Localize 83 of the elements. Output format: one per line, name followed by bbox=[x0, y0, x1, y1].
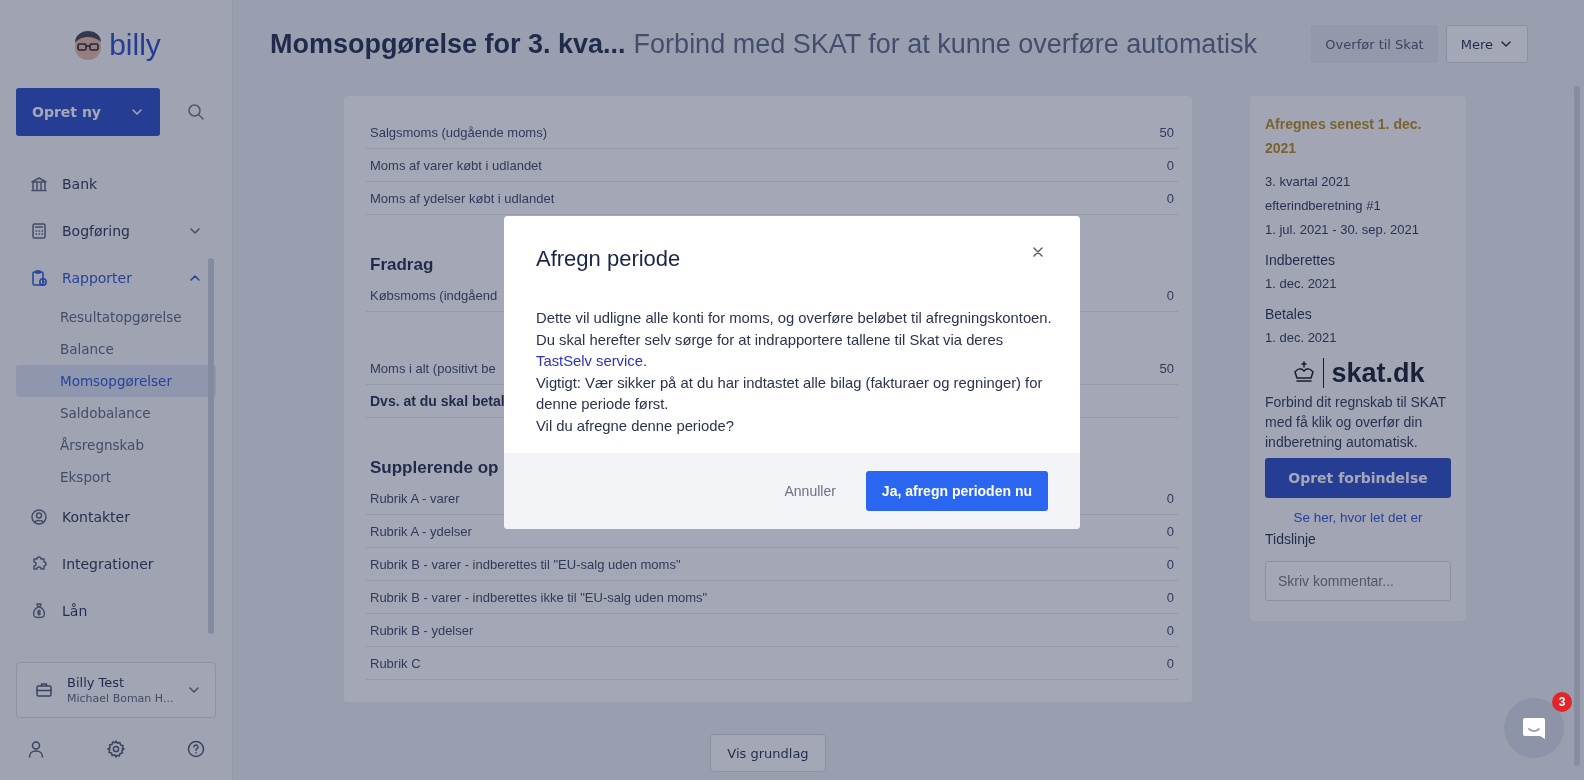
more-button[interactable]: Mere bbox=[1445, 25, 1528, 63]
row-value: 50 bbox=[1159, 124, 1174, 140]
row-value: 0 bbox=[1166, 190, 1174, 206]
user-icon[interactable] bbox=[26, 739, 46, 759]
section-heading: Fradrag bbox=[370, 255, 434, 275]
dialog-text: Dette vil udligne alle konti for moms, og overføre beløbet til afregningskontoen. bbox=[536, 309, 1053, 328]
row-value: 0 bbox=[1166, 655, 1174, 671]
help-icon[interactable] bbox=[186, 739, 206, 759]
show-basis-button[interactable]: Vis grundlag bbox=[710, 734, 826, 772]
nav-subitem[interactable]: Balance bbox=[16, 333, 216, 365]
page-title: Momsopgørelse for 3. kva... bbox=[270, 28, 626, 60]
dialog-text: Du skal herefter selv sørge for at indrapportere tallene til Skat via deres TastSelv service. bbox=[536, 330, 1005, 371]
calculator-icon bbox=[30, 221, 48, 240]
nav-item[interactable]: Lån bbox=[16, 587, 216, 634]
organization-switcher[interactable]: Billy Test Michael Boman H... bbox=[16, 662, 216, 718]
organization-name: Billy Test bbox=[67, 675, 126, 690]
row-value: 0 bbox=[1166, 157, 1174, 173]
period-text: efterindberetning #1 bbox=[1265, 197, 1382, 215]
row-label: Moms i alt (positivt be bbox=[370, 360, 496, 376]
row-label: Moms af varer købt i udlandet bbox=[370, 157, 542, 173]
transfer-button[interactable]: Overfør til Skat bbox=[1311, 25, 1438, 63]
create-button[interactable]: Opret ny bbox=[16, 88, 160, 136]
row-value: 0 bbox=[1166, 622, 1174, 638]
row-label: Rubrik B - varer - indberettes ikke til "EU-salg uden moms" bbox=[370, 589, 708, 605]
chat-icon bbox=[1521, 715, 1547, 741]
row-value: 0 bbox=[1166, 490, 1174, 506]
help-link[interactable]: Se her, hvor let det er bbox=[1265, 510, 1451, 525]
nav-item[interactable]: Rapporter bbox=[16, 254, 216, 301]
briefcase-icon bbox=[35, 681, 53, 699]
settings-icon[interactable] bbox=[106, 739, 126, 759]
page-subtitle: Forbind med SKAT for at kunne overføre automatisk bbox=[633, 28, 1257, 60]
dialog-text: Vigtigt: Vær sikker på at du har indtastet alle bilag (fakturaer og regninger) for denne periode først. bbox=[536, 373, 1044, 414]
close-icon bbox=[1032, 246, 1044, 258]
clipboard-icon bbox=[30, 268, 48, 287]
row-label: Rubrik C bbox=[370, 655, 421, 671]
organization-owner: Michael Boman H... bbox=[67, 692, 174, 705]
timeline-heading: Tidslinje bbox=[1265, 531, 1317, 547]
notification-badge: 3 bbox=[1552, 692, 1572, 712]
search-icon[interactable] bbox=[186, 102, 206, 122]
nav-subitem[interactable]: Eksport bbox=[16, 461, 216, 493]
date-label: Betales bbox=[1265, 305, 1313, 324]
row-label: Rubrik B - ydelser bbox=[370, 622, 474, 638]
row-value: 0 bbox=[1166, 523, 1174, 539]
comment-field[interactable]: Skriv kommentar... bbox=[1265, 561, 1451, 601]
date-value: 1. dec. 2021 bbox=[1265, 329, 1338, 347]
nav-item[interactable]: Bogføring bbox=[16, 207, 216, 254]
confirm-button[interactable]: Ja, afregn perioden nu bbox=[865, 471, 1048, 511]
connect-description: Forbind dit regnskab til SKAT med få klik og overfør din indberetning automatisk. bbox=[1265, 393, 1447, 452]
nav-item[interactable]: Kontakter bbox=[16, 493, 216, 540]
tastselv-link[interactable]: TastSelv service bbox=[536, 353, 643, 369]
nav-subitem[interactable]: Saldobalance bbox=[16, 397, 216, 429]
bank-icon bbox=[30, 174, 48, 193]
cancel-button[interactable]: Annuller bbox=[778, 482, 842, 500]
row-value: 0 bbox=[1166, 287, 1174, 303]
nav-subitem[interactable]: Årsregnskab bbox=[16, 429, 216, 461]
nav-subitem[interactable]: Resultatopgørelse bbox=[16, 301, 216, 333]
row-label: Rubrik A - ydelser bbox=[370, 523, 472, 539]
money-bag-icon bbox=[30, 601, 48, 620]
row-value: 50 bbox=[1159, 360, 1174, 376]
row-label: Rubrik B - varer - indberettes til "EU-salg uden moms" bbox=[370, 556, 681, 572]
skat-logo-text: skat.dk bbox=[1323, 358, 1425, 388]
nav-item[interactable]: Bank bbox=[16, 160, 216, 207]
row-value: 0 bbox=[1166, 556, 1174, 572]
period-text: 3. kvartal 2021 bbox=[1265, 173, 1352, 191]
logo-text: billy bbox=[109, 28, 161, 62]
puzzle-icon bbox=[30, 554, 48, 573]
period-text: 1. jul. 2021 - 30. sep. 2021 bbox=[1265, 221, 1420, 239]
nav-subitem[interactable]: Momsopgørelser bbox=[16, 365, 216, 397]
row-label: Købsmoms (indgåend bbox=[370, 287, 498, 303]
date-label: Indberettes bbox=[1265, 251, 1337, 270]
row-label: Dvs. at du skal betal bbox=[370, 393, 505, 409]
row-value: 0 bbox=[1166, 589, 1174, 605]
user-circle-icon bbox=[30, 507, 48, 526]
date-value: 1. dec. 2021 bbox=[1265, 275, 1338, 293]
dialog-title: Afregn periode bbox=[536, 246, 681, 272]
row-label: Moms af ydelser købt i udlandet bbox=[370, 190, 555, 206]
row-label: Salgsmoms (udgående moms) bbox=[370, 124, 548, 140]
row-label: Rubrik A - varer bbox=[370, 490, 460, 506]
dialog-text: Vil du afregne denne periode? bbox=[536, 416, 735, 436]
section-heading: Supplerende op bbox=[370, 458, 499, 478]
nav-item[interactable]: Integrationer bbox=[16, 540, 216, 587]
connect-button[interactable]: Opret forbindelse bbox=[1265, 458, 1451, 498]
deadline-text: Afregnes senest 1. dec. 2021 bbox=[1265, 115, 1423, 158]
